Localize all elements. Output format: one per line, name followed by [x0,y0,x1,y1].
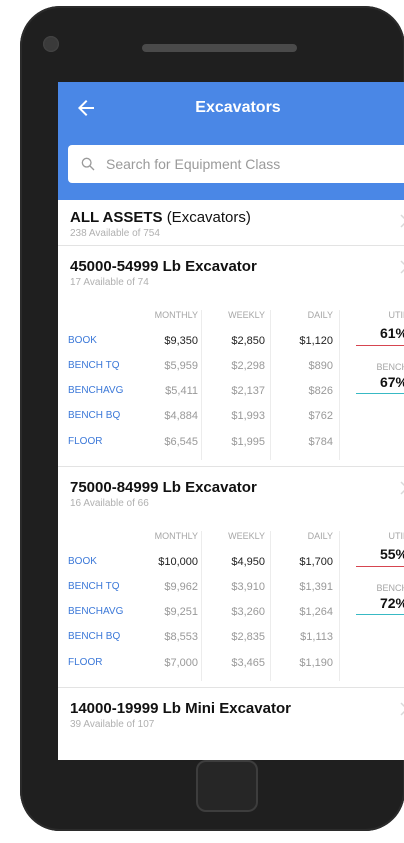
table-row: BENCH BQ $4,884 $1,993 $762 [58,410,404,428]
monthly-header: MONTHLY [154,531,198,541]
search-input[interactable] [104,155,388,173]
daily-rate: $1,120 [299,335,333,347]
equipment-list: ALL ASSETS (Excavators) 238 Available of… [58,200,404,736]
equipment-class-name: 14000-19999 Lb Mini Excavator [70,700,291,717]
row-label: FLOOR [68,436,103,447]
weekly-rate: $2,137 [231,385,265,397]
monthly-rate: $9,962 [164,581,198,593]
rate-table: MONTHLY WEEKLY DAILY UTIL 61% BENCH 67% … [58,310,404,466]
table-row: BENCH TQ $5,959 $2,298 $890 [58,360,404,378]
monthly-rate: $8,553 [164,631,198,643]
daily-rate: $826 [308,385,333,397]
monthly-rate: $4,884 [164,410,198,422]
search-icon [81,157,95,171]
phone-frame: Excavators ALL ASSETS (Excavators) 238 A… [20,6,404,831]
daily-rate: $1,113 [300,631,333,643]
monthly-rate: $9,350 [164,335,198,347]
daily-rate: $1,391 [299,581,333,593]
equipment-class-name: 75000-84999 Lb Excavator [70,479,257,496]
monthly-rate: $10,000 [158,556,198,568]
weekly-rate: $3,465 [231,657,265,669]
chevron-right-icon [400,214,404,228]
equipment-class-availability: 17 Available of 74 [70,277,149,288]
weekly-header: WEEKLY [228,310,265,320]
table-row: BENCH BQ $8,553 $2,835 $1,113 [58,631,404,649]
weekly-rate: $2,298 [231,360,265,372]
daily-rate: $1,700 [299,556,333,568]
all-assets-label: ALL ASSETS [70,209,163,226]
app-bar: Excavators [58,82,404,200]
row-label: BENCH TQ [68,581,120,592]
all-assets-availability: 238 Available of 754 [70,228,160,239]
all-assets-subtitle: (Excavators) [166,209,251,226]
weekly-rate: $1,995 [231,436,265,448]
row-label: BENCHAVG [68,385,124,396]
weekly-rate: $2,850 [231,335,265,347]
daily-header: DAILY [307,310,333,320]
chevron-right-icon [400,260,404,274]
home-button[interactable] [196,760,258,812]
page-title: Excavators [195,99,281,116]
monthly-rate: $7,000 [164,657,198,669]
row-label: BENCHAVG [68,606,124,617]
rate-table-header: MONTHLY WEEKLY DAILY [58,310,404,328]
monthly-rate: $9,251 [164,606,198,618]
all-assets-title: ALL ASSETS (Excavators) [70,209,404,226]
app-screen: Excavators ALL ASSETS (Excavators) 238 A… [58,82,404,760]
util-label: UTIL [388,310,404,320]
monthly-rate: $5,411 [165,385,198,397]
rate-table: MONTHLY WEEKLY DAILY UTIL 55% BENCH 72% … [58,531,404,687]
row-label: BENCH BQ [68,410,121,421]
weekly-rate: $1,993 [231,410,265,422]
rate-table-header: MONTHLY WEEKLY DAILY [58,531,404,549]
daily-rate: $762 [308,410,333,422]
row-label: FLOOR [68,657,103,668]
equipment-class-availability: 16 Available of 66 [70,498,149,509]
weekly-rate: $2,835 [231,631,265,643]
table-row: FLOOR $7,000 $3,465 $1,190 [58,657,404,675]
search-bar[interactable] [68,145,404,183]
front-camera [43,36,59,52]
chevron-right-icon [400,702,404,716]
row-label: BENCH TQ [68,360,120,371]
table-row: BOOK $9,350 $2,850 $1,120 [58,335,404,353]
table-row: BENCHAVG $5,411 $2,137 $826 [58,385,404,403]
row-label: BENCH BQ [68,631,121,642]
monthly-rate: $6,545 [164,436,198,448]
equipment-class-item[interactable]: 14000-19999 Lb Mini Excavator 39 Availab… [58,688,404,736]
row-label: BOOK [68,556,97,567]
daily-rate: $1,190 [299,657,333,669]
equipment-class-item[interactable]: 45000-54999 Lb Excavator 17 Available of… [58,246,404,294]
util-label: UTIL [388,531,404,541]
earpiece-speaker [142,44,297,52]
daily-rate: $1,264 [299,606,333,618]
weekly-header: WEEKLY [228,531,265,541]
daily-rate: $784 [308,436,333,448]
equipment-class-item[interactable]: 75000-84999 Lb Excavator 16 Available of… [58,467,404,515]
equipment-class-name: 45000-54999 Lb Excavator [70,258,257,275]
equipment-class-availability: 39 Available of 107 [70,719,155,730]
weekly-rate: $3,260 [231,606,265,618]
table-row: BOOK $10,000 $4,950 $1,700 [58,556,404,574]
daily-rate: $890 [308,360,333,372]
monthly-header: MONTHLY [154,310,198,320]
monthly-rate: $5,959 [164,360,198,372]
table-row: BENCH TQ $9,962 $3,910 $1,391 [58,581,404,599]
weekly-rate: $4,950 [231,556,265,568]
table-row: FLOOR $6,545 $1,995 $784 [58,436,404,454]
all-assets-item[interactable]: ALL ASSETS (Excavators) 238 Available of… [58,200,404,245]
row-label: BOOK [68,335,97,346]
table-row: BENCHAVG $9,251 $3,260 $1,264 [58,606,404,624]
weekly-rate: $3,910 [231,581,265,593]
daily-header: DAILY [307,531,333,541]
chevron-right-icon [400,481,404,495]
